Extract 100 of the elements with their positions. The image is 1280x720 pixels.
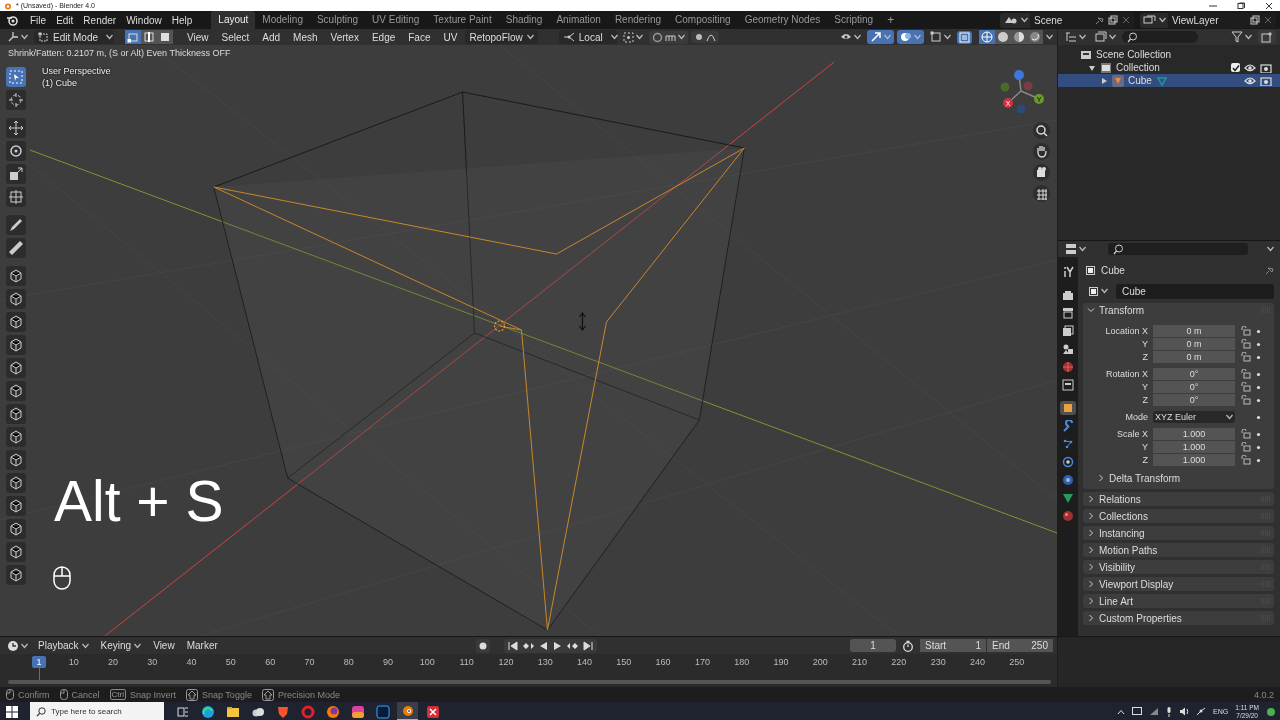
outliner-row[interactable]: Scene Collection [1058,48,1280,61]
frame-number: 240 [968,657,986,667]
addon-menu[interactable]: RetopoFlow [465,30,538,44]
number-field[interactable]: 0° [1153,394,1235,406]
menu-item[interactable]: Edge [366,31,401,43]
panel-header[interactable]: Instancing [1083,526,1274,540]
panel-header[interactable]: Line Art [1083,594,1274,608]
workspace-tab[interactable]: Texture Paint [426,11,499,29]
hint-text: Cancel [71,689,100,700]
panel-title: Custom Properties [1099,612,1182,624]
scene-field[interactable]: Scene [1030,12,1134,28]
frame-number: 120 [497,657,515,667]
menu-item[interactable]: Add [257,31,286,43]
panel-title: Collections [1099,510,1148,522]
hint-text: Snap Toggle [202,689,252,700]
frame-number: 180 [733,657,751,667]
panel-header[interactable]: Collections [1083,509,1274,523]
end-frame-field[interactable]: End 250 [987,639,1053,652]
key-cap: Ctrl [109,689,126,700]
number-field[interactable]: 1.000 [1153,454,1235,466]
workspace-tab[interactable]: Shading [498,11,550,29]
object-name: Cube [1101,264,1125,276]
workspace-tab[interactable]: Compositing [668,11,738,29]
menu-item[interactable]: UV [438,31,463,43]
workspace-tab[interactable]: Layout [211,11,256,29]
frame-number: 250 [1008,657,1026,667]
panel-header[interactable]: Visibility [1083,560,1274,574]
current-frame-field[interactable]: 1 [850,639,896,652]
field-label: Y [1141,339,1148,349]
menu-item[interactable]: Vertex [325,31,364,43]
hint-text: Precision Mode [277,689,340,700]
menu-item[interactable]: Keying [95,640,147,651]
number-field[interactable]: 0 m [1153,338,1235,350]
menu-item[interactable]: Face [403,31,436,43]
menu-item[interactable]: View [182,31,214,43]
frame-number: 80 [342,657,355,667]
field-label: Location X [1104,326,1148,336]
view-layer-field[interactable]: ViewLayer [1168,12,1276,28]
panel-title: Delta Transform [1109,472,1181,484]
item-name: Cube [1128,75,1152,86]
workspace-tab[interactable]: Sculpting [309,11,366,29]
search-placeholder: Type here to search [51,707,122,716]
frame-number: 10 [67,657,80,667]
menu-item[interactable]: Render [78,14,122,26]
frame-number: 90 [382,657,395,667]
number-field[interactable]: 1.000 [1153,441,1235,453]
frame-number: 150 [615,657,633,667]
number-field[interactable]: 0° [1153,381,1235,393]
mode-dropdown[interactable]: XYZ Euler [1153,411,1235,423]
workspace-tab[interactable]: Modeling [255,11,310,29]
workspace-tab[interactable]: UV Editing [365,11,427,29]
menu-item[interactable]: Edit [51,14,79,26]
field-label: Mode [1124,412,1148,422]
panel-header[interactable]: Transform [1083,303,1274,317]
panel-header[interactable]: Custom Properties [1083,611,1274,625]
menu-item[interactable]: Help [166,14,198,26]
number-field[interactable]: 1.000 [1153,428,1235,440]
search-field[interactable]: Type here to search [30,702,164,720]
current-frame-marker[interactable]: 1 [32,656,46,668]
panel-title: Instancing [1099,527,1145,539]
frame-number: 110 [458,657,475,667]
menu-item[interactable]: Window [121,14,167,26]
menu-item[interactable]: View [148,640,180,651]
frame-number: 160 [654,657,672,667]
number-field[interactable]: 0° [1153,368,1235,380]
panel-header[interactable]: Motion Paths [1083,543,1274,557]
orientation-dropdown[interactable]: Local [558,30,617,44]
panel-header[interactable]: Relations [1083,492,1274,506]
version-text: 4.0.2 [1253,689,1274,700]
hint-text: Confirm [18,689,50,700]
name-field[interactable]: Cube [1116,283,1274,299]
number-field[interactable]: 0 m [1153,325,1235,337]
frame-number: 200 [811,657,829,667]
field-label: Rotation X [1104,369,1148,379]
workspace-tab[interactable]: Geometry Nodes [737,11,828,29]
frame-number: 130 [536,657,554,667]
outliner-row[interactable]: Collection [1058,61,1280,74]
menu-item[interactable]: Mesh [288,31,323,43]
start-frame-field[interactable]: Start 1 [920,639,986,652]
field-label: Scale X [1115,429,1148,439]
frame-number: 30 [146,657,159,667]
workspace-tab[interactable]: Scripting [827,11,881,29]
frame-number: 20 [106,657,119,667]
menu-item[interactable]: Playback [33,640,94,651]
menu-item[interactable]: Marker [181,640,223,651]
add-workspace-button[interactable]: + [880,13,902,27]
number-field[interactable]: 0 m [1153,351,1235,363]
frame-number: 190 [772,657,790,667]
outliner-row[interactable]: Cube [1058,74,1280,87]
panel-header[interactable]: Delta Transform [1083,471,1274,485]
field-label: Z [1141,352,1148,362]
frame-number: 50 [224,657,237,667]
workspace-tab[interactable]: Animation [549,11,608,29]
menu-item[interactable]: File [25,14,52,26]
workspace-tab[interactable]: Rendering [607,11,669,29]
mode-dropdown[interactable]: Edit Mode [34,30,114,44]
field-label: Y [1141,382,1148,392]
hint-text: Snap Invert [130,689,176,700]
menu-item[interactable]: Select [216,31,255,43]
panel-header[interactable]: Viewport Display [1083,577,1274,591]
